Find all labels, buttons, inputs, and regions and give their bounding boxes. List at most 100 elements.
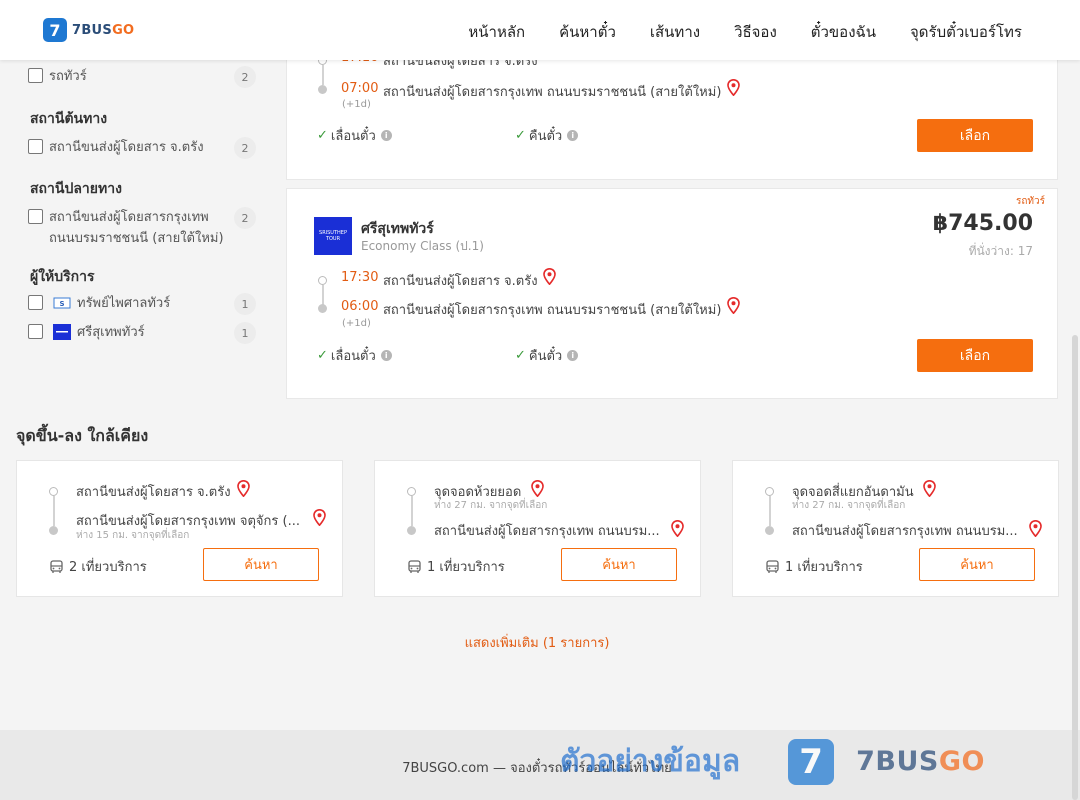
next-day-badge: (+1d)	[342, 99, 371, 110]
route-line	[53, 496, 55, 526]
operator-logo: SRISUTHEP TOUR	[314, 217, 352, 255]
page-footer: 7BUSGO.com — จองตั๋วรถทัวร์ออนไลน์ทั่วไท…	[0, 730, 1080, 800]
trip-count: 1 เที่ยวบริการ	[408, 556, 505, 577]
svg-text:S: S	[59, 300, 64, 308]
checkbox[interactable]	[28, 139, 43, 154]
arrival-time: 06:00	[341, 299, 379, 314]
route-line	[322, 65, 324, 85]
destination-heading: สถานีปลายทาง	[30, 181, 122, 197]
checkbox[interactable]	[28, 209, 43, 224]
seats-available: ที่นั่งว่าง: 17	[968, 244, 1033, 258]
bus-icon	[766, 559, 779, 573]
nearby-route-card: จุดจอดห้วยยอด ห่าง 27 กม. จากจุดที่เลือก…	[374, 460, 701, 597]
info-icon[interactable]: i	[380, 350, 392, 361]
route-start-dot	[765, 487, 774, 496]
refund-feature: ✓ คืนตั๋ว i	[515, 345, 579, 366]
show-more-link[interactable]: แสดงเพิ่มเติม (1 รายการ)	[0, 632, 1074, 653]
map-pin-icon[interactable]	[923, 480, 936, 497]
footer-text: 7BUSGO.com — จองตั๋วรถทัวร์ออนไลน์ทั่วไท…	[402, 761, 672, 776]
ticket-price: ฿745.00	[932, 211, 1033, 236]
route-start-dot	[407, 487, 416, 496]
filter-count: 2	[234, 137, 256, 159]
distance-note: ห่าง 27 กม. จากจุดที่เลือก	[792, 500, 906, 511]
map-pin-icon[interactable]	[531, 480, 544, 497]
route-line	[769, 496, 771, 526]
nearby-to: สถานีขนส่งผู้โดยสารกรุงเทพ ถนนบรม...	[434, 524, 660, 539]
filter-label: ทรัพย์ไพศาลทัวร์	[77, 296, 171, 311]
route-end-dot	[765, 526, 774, 535]
nav-routes[interactable]: เส้นทาง	[650, 20, 700, 44]
filter-count: 1	[234, 322, 256, 344]
nav-how-to-book[interactable]: วิธีจอง	[734, 20, 777, 44]
nearby-route-card: สถานีขนส่งผู้โดยสาร จ.ตรัง สถานีขนส่งผู้…	[16, 460, 343, 597]
map-pin-icon[interactable]	[313, 509, 326, 526]
departure-station: สถานีขนส่งผู้โดยสาร จ.ตรัง	[383, 274, 538, 289]
distance-note: ห่าง 27 กม. จากจุดที่เลือก	[434, 500, 548, 511]
trip-count-label: 2 เที่ยวบริการ	[69, 560, 147, 575]
nearby-section-title: จุดขึ้น-ลง ใกล้เคียง	[16, 426, 149, 445]
map-pin-icon[interactable]	[727, 79, 740, 96]
feature-label: คืนตั๋ว	[528, 349, 563, 364]
route-line	[411, 496, 413, 526]
arrival-station: สถานีขนส่งผู้โดยสารกรุงเทพ ถนนบรมราชชนนี…	[383, 85, 722, 100]
distance-note: ห่าง 15 กม. จากจุดที่เลือก	[76, 530, 190, 541]
bus-icon	[50, 559, 63, 573]
nearby-route-card: จุดจอดสี่แยกอันดามัน ห่าง 27 กม. จากจุดท…	[732, 460, 1059, 597]
info-icon[interactable]: i	[380, 130, 392, 141]
filter-count: 2	[234, 66, 256, 88]
filter-operator-srisuthep[interactable]: ศรีสุเทพทัวร์ 1	[28, 322, 256, 344]
nearby-search-button[interactable]: ค้นหา	[203, 548, 319, 581]
nearby-search-button[interactable]: ค้นหา	[561, 548, 677, 581]
filter-count: 1	[234, 293, 256, 315]
bus-icon	[408, 559, 421, 573]
nav-ticket-points[interactable]: จุดรับตั๋วเบอร์โทร	[910, 20, 1022, 44]
nearby-to: สถานีขนส่งผู้โดยสารกรุงเทพ ถนนบรม...	[792, 524, 1018, 539]
logo-text: 7BUSGO	[72, 22, 135, 38]
feature-label: เลื่อนตั๋ว	[330, 129, 376, 144]
departure-time: 17:30	[341, 270, 379, 285]
nav-my-tickets[interactable]: ตั๋วของฉัน	[811, 20, 876, 44]
map-pin-icon[interactable]	[671, 520, 684, 537]
feature-label: คืนตั๋ว	[528, 129, 563, 144]
select-trip-button[interactable]: เลือก	[917, 339, 1033, 372]
map-pin-icon[interactable]	[237, 480, 250, 497]
nearby-search-button[interactable]: ค้นหา	[919, 548, 1035, 581]
arrival-station: สถานีขนส่งผู้โดยสารกรุงเทพ ถนนบรมราชชนนี…	[383, 303, 722, 318]
trip-card: รถทัวร์ SRISUTHEP TOUR ศรีสุเทพทัวร์ Eco…	[286, 188, 1058, 399]
map-pin-icon[interactable]	[1029, 520, 1042, 537]
filter-count: 2	[234, 207, 256, 229]
checkbox[interactable]	[28, 68, 43, 83]
filter-origin-trang[interactable]: สถานีขนส่งผู้โดยสาร จ.ตรัง 2	[28, 137, 256, 159]
operator-logo-icon: S	[53, 297, 71, 309]
site-logo[interactable]: 7 7BUSGO	[43, 18, 134, 42]
operator-logo-icon	[53, 324, 71, 340]
page-scrollbar[interactable]	[1072, 335, 1078, 800]
filter-label: รถทัวร์	[49, 69, 87, 84]
reschedule-feature: ✓ เลื่อนตั๋ว i	[317, 345, 392, 366]
feature-label: เลื่อนตั๋ว	[330, 349, 376, 364]
check-icon: ✓	[515, 348, 526, 363]
map-pin-icon[interactable]	[543, 268, 556, 285]
nav-home[interactable]: หน้าหลัก	[468, 20, 525, 44]
filter-destination-bangkok[interactable]: สถานีขนส่งผู้โดยสารกรุงเทพ ถนนบรมราชชนนี…	[28, 207, 256, 249]
refund-feature: ✓ คืนตั๋ว i	[515, 125, 579, 146]
operator-heading: ผู้ให้บริการ	[30, 269, 95, 285]
checkbox[interactable]	[28, 295, 43, 310]
route-end-dot	[318, 85, 327, 94]
route-line	[322, 285, 324, 305]
filter-operator-sappaisan[interactable]: S ทรัพย์ไพศาลทัวร์ 1	[28, 293, 256, 315]
route-end-dot	[318, 304, 327, 313]
info-icon[interactable]: i	[567, 350, 579, 361]
arrival-time: 07:00	[341, 81, 379, 96]
nav-search-tickets[interactable]: ค้นหาตั๋ว	[559, 20, 616, 44]
bus-class: Economy Class (ป.1)	[361, 239, 484, 253]
nearby-from: สถานีขนส่งผู้โดยสาร จ.ตรัง	[76, 485, 231, 500]
checkbox[interactable]	[28, 324, 43, 339]
map-pin-icon[interactable]	[727, 297, 740, 314]
filter-bus-type-tour[interactable]: รถทัวร์ 2	[28, 66, 256, 88]
check-icon: ✓	[515, 128, 526, 143]
info-icon[interactable]: i	[567, 130, 579, 141]
trip-count-label: 1 เที่ยวบริการ	[427, 560, 505, 575]
check-icon: ✓	[317, 128, 328, 143]
select-trip-button[interactable]: เลือก	[917, 119, 1033, 152]
